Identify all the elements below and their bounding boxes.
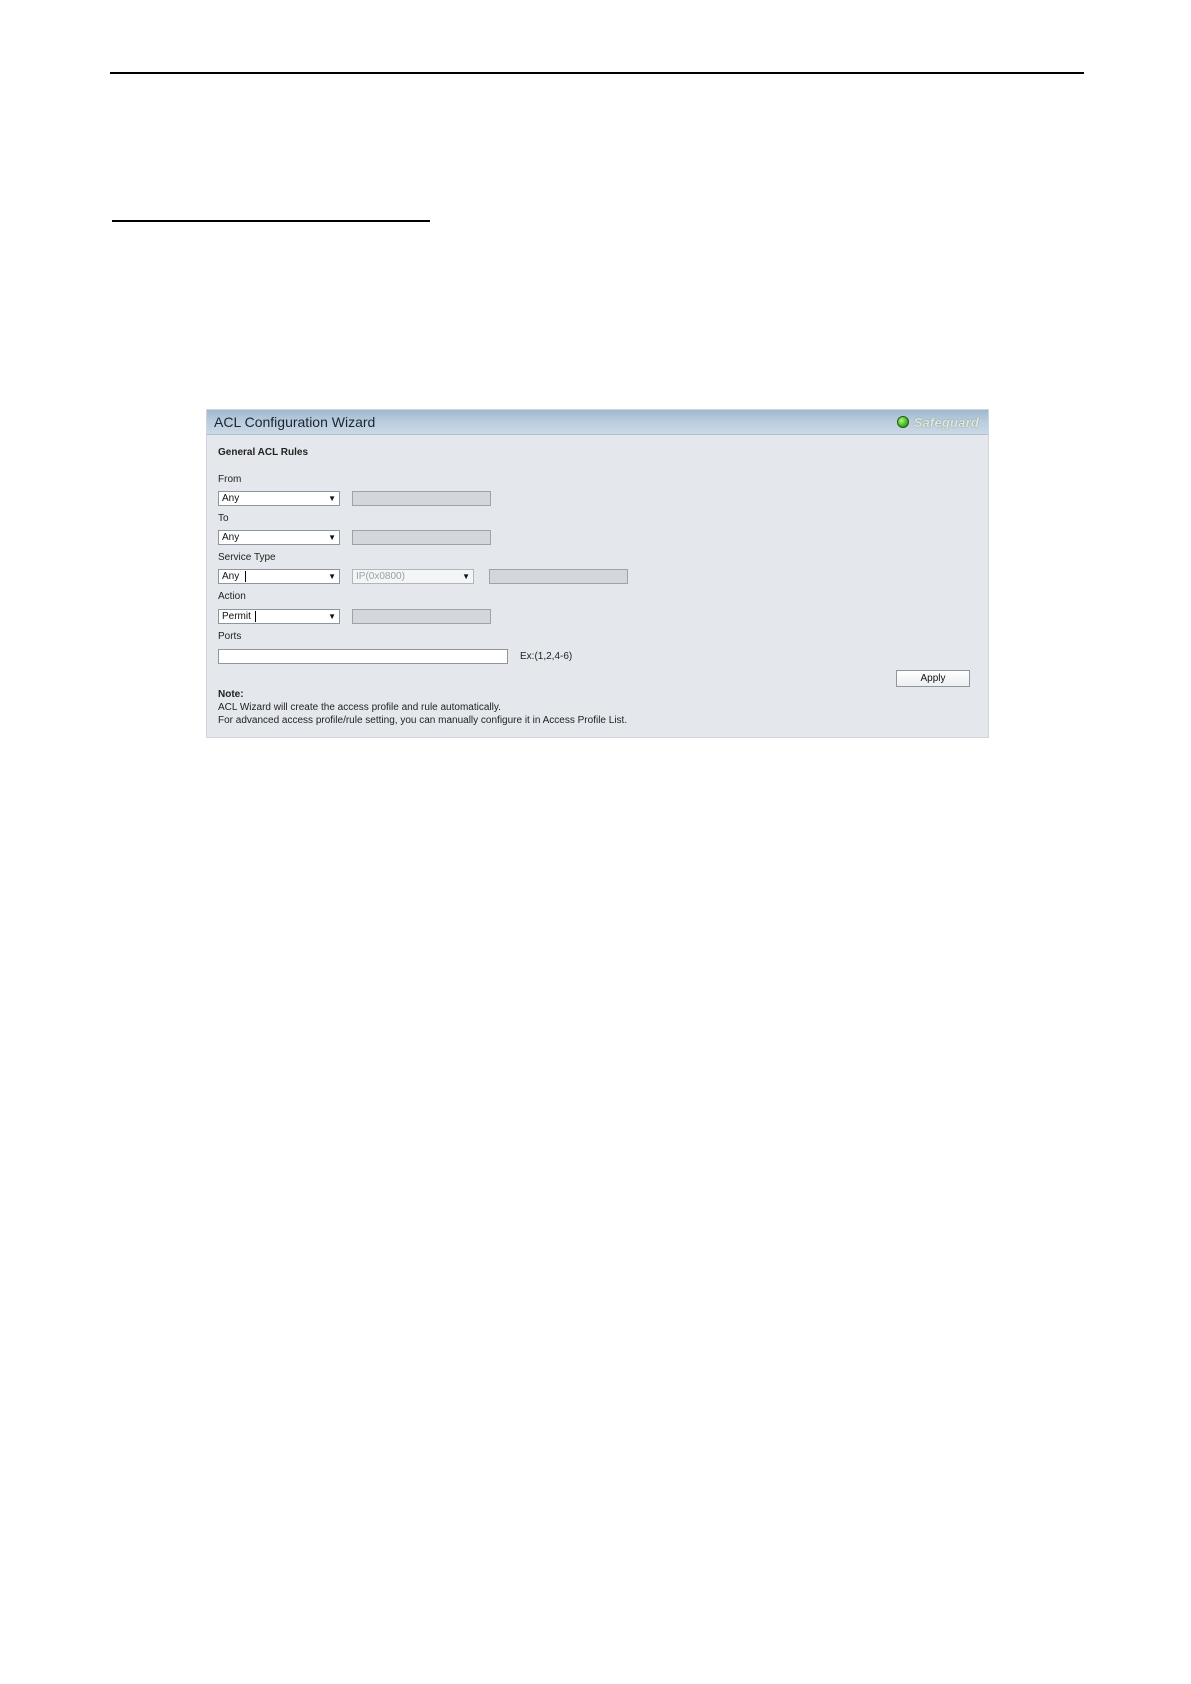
ethertype-select[interactable]: IP(0x0800) ▼ — [352, 569, 474, 584]
action-select[interactable]: Permit ▼ — [218, 609, 340, 624]
panel-title: ACL Configuration Wizard — [214, 414, 376, 430]
section-title: General ACL Rules — [218, 447, 309, 458]
chevron-down-icon: ▼ — [328, 572, 336, 581]
panel-header: ACL Configuration Wizard Safeguard — [207, 410, 988, 435]
acl-wizard-panel: ACL Configuration Wizard Safeguard Gener… — [206, 409, 989, 738]
ports-input[interactable] — [218, 649, 508, 664]
text-cursor — [245, 571, 246, 582]
ethertype-select-value: IP(0x0800) — [356, 571, 405, 582]
page-header-rule — [110, 72, 1084, 74]
from-select-value: Any — [222, 493, 240, 504]
from-label: From — [218, 474, 242, 485]
apply-button[interactable]: Apply — [896, 670, 970, 687]
action-value-input — [352, 609, 491, 624]
service-type-select-value: Any — [222, 571, 240, 582]
action-label: Action — [218, 591, 246, 602]
from-select[interactable]: Any ▼ — [218, 491, 340, 506]
chevron-down-icon: ▼ — [328, 494, 336, 503]
to-select[interactable]: Any ▼ — [218, 530, 340, 545]
note-line-2: For advanced access profile/rule setting… — [218, 715, 628, 726]
to-select-value: Any — [222, 532, 240, 543]
action-select-value: Permit — [222, 611, 251, 622]
safeguard-indicator: Safeguard — [896, 413, 979, 431]
note-line-1: ACL Wizard will create the access profil… — [218, 702, 501, 713]
note-heading: Note: — [218, 689, 244, 700]
to-value-input — [352, 530, 491, 545]
safeguard-status-icon — [896, 416, 909, 428]
chevron-down-icon: ▼ — [328, 612, 336, 621]
service-value-input — [489, 569, 628, 584]
chevron-down-icon: ▼ — [328, 533, 336, 542]
ports-label: Ports — [218, 631, 242, 642]
from-value-input — [352, 491, 491, 506]
safeguard-label: Safeguard — [913, 414, 979, 430]
chevron-down-icon: ▼ — [462, 572, 470, 581]
section-heading-rule — [112, 220, 430, 222]
to-label: To — [218, 513, 229, 524]
ports-hint: Ex:(1,2,4-6) — [520, 651, 573, 662]
text-cursor — [255, 611, 256, 622]
service-type-label: Service Type — [218, 552, 276, 563]
service-type-select[interactable]: Any ▼ — [218, 569, 340, 584]
